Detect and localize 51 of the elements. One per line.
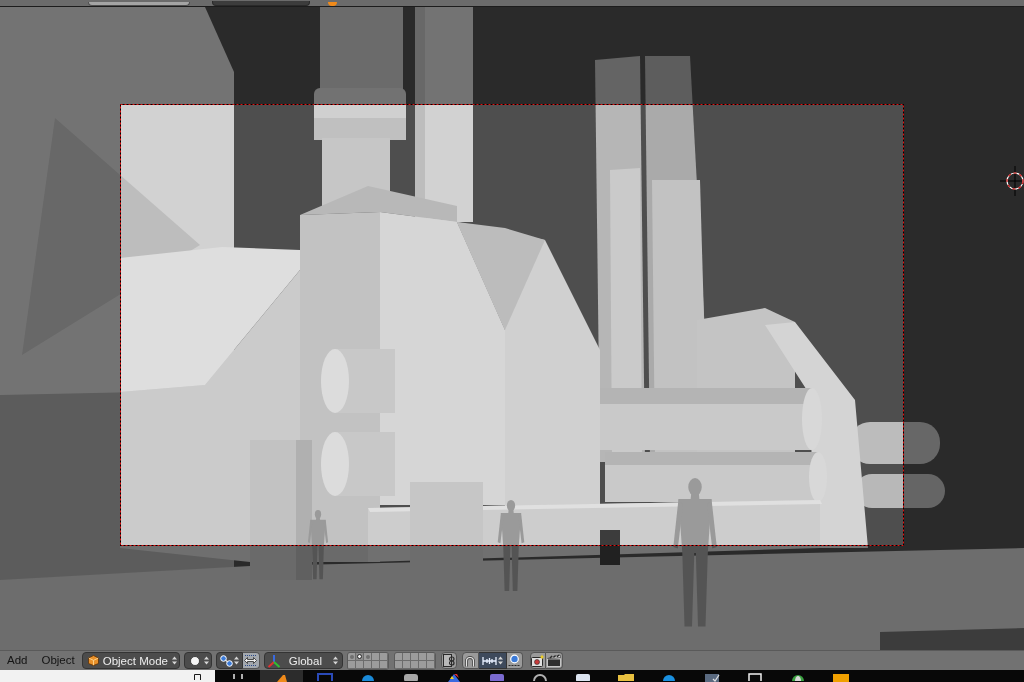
dropdown-arrows-icon — [497, 656, 503, 665]
search-field[interactable] — [0, 670, 215, 682]
app-icon — [532, 673, 547, 681]
app-icon — [274, 673, 289, 682]
dropdown-arrows-icon — [233, 656, 239, 665]
cube-icon — [87, 655, 99, 666]
menu-item[interactable]: Add — [0, 652, 35, 669]
render-animation-button[interactable] — [545, 652, 563, 669]
manipulator-button[interactable] — [242, 652, 260, 669]
dot-icon — [365, 654, 370, 659]
magnet-icon — [464, 654, 477, 667]
app-icon — [402, 673, 419, 681]
snap-element-dropdown[interactable] — [478, 652, 507, 669]
render-image-button[interactable] — [529, 652, 546, 669]
dots-icon — [219, 654, 233, 667]
app-icon — [446, 673, 461, 682]
app-icon — [789, 673, 806, 681]
snap-button[interactable] — [461, 652, 479, 669]
dot-icon — [357, 654, 363, 659]
chain-icon — [442, 654, 455, 667]
layer-button[interactable] — [355, 652, 364, 661]
shading-dropdown[interactable] — [183, 652, 212, 669]
double-arrow-icon — [244, 655, 258, 666]
app-icon — [232, 673, 243, 679]
dropdown-arrows-icon — [332, 656, 338, 665]
axes-icon — [266, 653, 281, 668]
app-icon — [661, 673, 676, 681]
status-icon — [328, 2, 337, 6]
camera-icon — [530, 654, 545, 667]
app-icon — [488, 673, 505, 681]
app-icon — [574, 673, 591, 681]
pivot-dropdown[interactable] — [215, 652, 243, 669]
app-icon — [616, 673, 635, 681]
dot-icon — [349, 654, 354, 659]
dropdown-arrows-icon — [171, 656, 177, 665]
target-icon — [507, 654, 521, 667]
orientation-dropdown[interactable]: Global — [263, 652, 343, 669]
app-icon — [360, 673, 375, 681]
app-icon — [703, 673, 720, 682]
menu-item[interactable]: Object — [34, 652, 82, 669]
mode-dropdown[interactable]: Object Mode — [81, 652, 180, 669]
lock-button[interactable] — [440, 652, 457, 669]
dropdown-arrows-icon — [203, 656, 209, 665]
3d-cursor-icon — [999, 165, 1024, 197]
ticks-icon — [481, 655, 497, 666]
app-icon — [316, 673, 333, 681]
sphere-icon — [189, 655, 200, 666]
app-icon — [831, 673, 850, 682]
clapperboard-icon — [546, 654, 561, 667]
app-icon — [747, 673, 762, 681]
header-button[interactable] — [88, 2, 190, 6]
